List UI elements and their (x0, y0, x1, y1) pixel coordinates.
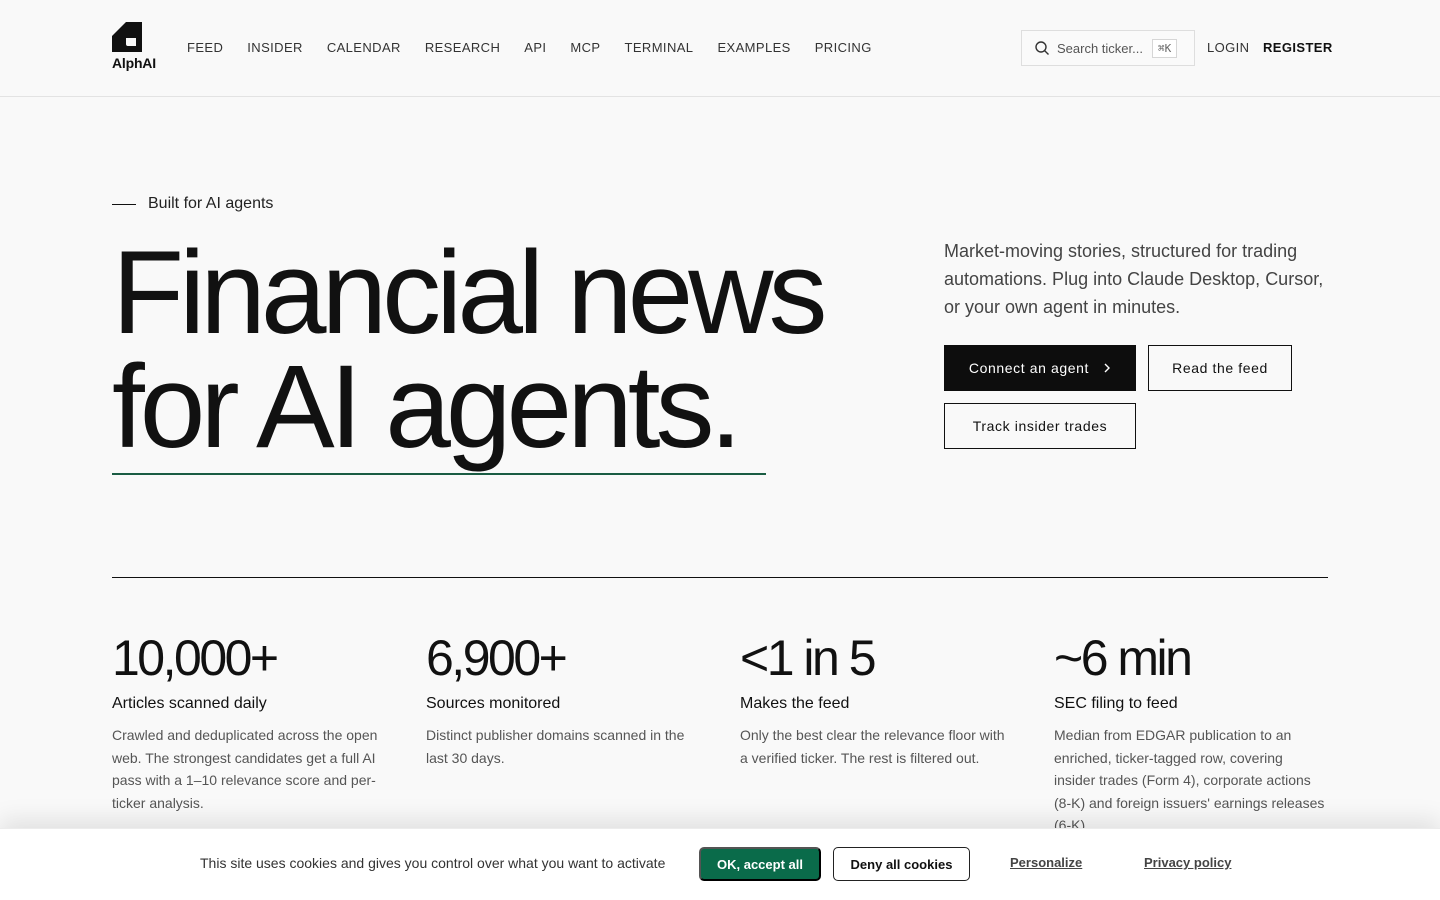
cookie-banner: This site uses cookies and gives you con… (0, 828, 1440, 900)
hero-description: Market-moving stories, structured for tr… (944, 241, 1324, 317)
brand-name: AlphAI (112, 55, 156, 71)
register-link[interactable]: REGISTER (1263, 40, 1333, 55)
site-header: AlphAI FEED INSIDER CALENDAR RESEARCH AP… (0, 0, 1440, 97)
stat-value: 10,000+ (112, 630, 279, 686)
eyebrow-text: Built for AI agents (148, 195, 274, 212)
nav-item-pricing[interactable]: PRICING (815, 40, 872, 55)
nav-item-terminal[interactable]: TERMINAL (625, 40, 694, 55)
login-link[interactable]: LOGIN (1207, 40, 1249, 55)
stat-description: Median from EDGAR publication to an enri… (1054, 727, 1325, 833)
stat-value: 6,900+ (426, 630, 568, 686)
connect-agent-label: Connect an agent (968, 360, 1090, 376)
nav-item-research[interactable]: RESEARCH (425, 40, 500, 55)
search-placeholder: Search ticker... (1057, 40, 1143, 56)
section-divider (112, 577, 1328, 578)
stat-label: Articles scanned daily (112, 695, 267, 712)
search-icon (1035, 41, 1049, 55)
stat-label: Sources monitored (426, 695, 561, 712)
deny-all-cookies-button[interactable]: Deny all cookies (833, 847, 970, 881)
accept-all-cookies-button[interactable]: OK, accept all (699, 847, 821, 881)
brand-logo[interactable]: AlphAI (112, 22, 156, 71)
eyebrow-rule (112, 203, 136, 205)
stat-description: Only the best clear the relevance floor … (740, 727, 1005, 766)
stat-value: <1 in 5 (740, 630, 877, 686)
hero-headline: Financial news for AI agents. (112, 227, 872, 473)
nav-item-mcp[interactable]: MCP (570, 40, 600, 55)
stat-sources: 6,900+ Sources monitored Distinct publis… (426, 628, 706, 769)
stat-sec-latency: ~6 min SEC filing to feed Median from ED… (1054, 628, 1334, 837)
headline-line-1: Financial news (112, 227, 827, 359)
nav-item-feed[interactable]: FEED (187, 40, 223, 55)
cookie-message: This site uses cookies and gives you con… (200, 855, 666, 871)
stat-articles: 10,000+ Articles scanned daily Crawled a… (112, 628, 392, 814)
nav-item-insider[interactable]: INSIDER (247, 40, 303, 55)
search-shortcut-badge: ⌘K (1151, 38, 1178, 58)
stat-label: Makes the feed (740, 695, 850, 712)
read-feed-button[interactable]: Read the feed (1148, 345, 1292, 391)
nav-item-examples[interactable]: EXAMPLES (717, 40, 790, 55)
hero-eyebrow: Built for AI agents (112, 195, 273, 213)
connect-agent-button[interactable]: Connect an agent (944, 345, 1136, 391)
stat-label: SEC filing to feed (1054, 695, 1178, 712)
logo-mark-icon (112, 22, 142, 52)
track-insider-button[interactable]: Track insider trades (944, 403, 1136, 449)
personalize-cookies-link[interactable]: Personalize (1010, 855, 1082, 870)
stat-description: Distinct publisher domains scanned in th… (426, 727, 685, 766)
privacy-policy-link[interactable]: Privacy policy (1144, 855, 1231, 870)
stat-feed-ratio: <1 in 5 Makes the feed Only the best cle… (740, 628, 1020, 769)
headline-line-2: for AI agents. (112, 341, 742, 473)
nav-item-calendar[interactable]: CALENDAR (327, 40, 401, 55)
headline-underline (112, 473, 766, 475)
stat-value: ~6 min (1054, 630, 1193, 686)
main-nav: FEED INSIDER CALENDAR RESEARCH API MCP T… (187, 40, 896, 55)
stat-description: Crawled and deduplicated across the open… (112, 727, 378, 811)
ticker-search[interactable]: Search ticker... ⌘K (1021, 30, 1195, 66)
chevron-right-icon (1104, 363, 1111, 373)
nav-item-api[interactable]: API (524, 40, 546, 55)
